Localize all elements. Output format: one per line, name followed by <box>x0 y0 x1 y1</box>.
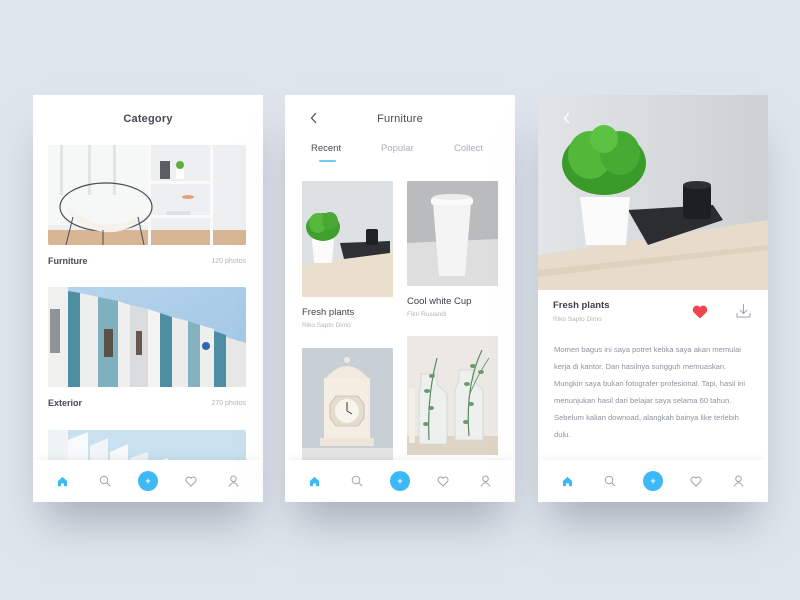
tab-popular[interactable]: Popular <box>381 143 414 154</box>
photo-description: Momen bagus ini saya potret ketika saya … <box>554 345 746 439</box>
page-title: Category <box>123 113 173 125</box>
item-image[interactable] <box>302 181 393 297</box>
category-card-furniture-image[interactable] <box>48 145 246 245</box>
photo-author: Riko Sapto Dimo <box>553 316 602 323</box>
nav-search[interactable] <box>599 470 621 492</box>
heart-filled-icon <box>692 305 708 319</box>
bottom-nav: + <box>538 460 768 502</box>
nav-home[interactable] <box>51 470 73 492</box>
nav-add-button[interactable]: + <box>137 470 159 492</box>
add-icon: + <box>642 471 663 491</box>
nav-search[interactable] <box>94 470 116 492</box>
heart-icon <box>437 476 449 487</box>
category-name[interactable]: Furniture <box>48 256 88 266</box>
building-facade-photo <box>48 287 246 387</box>
item-author: Riko Sapto Dimo <box>302 322 351 329</box>
search-icon <box>99 475 111 487</box>
user-icon <box>480 475 491 487</box>
search-icon <box>604 475 616 487</box>
nav-favorites[interactable] <box>685 470 707 492</box>
nav-profile[interactable] <box>728 470 750 492</box>
nav-profile[interactable] <box>475 470 497 492</box>
download-button[interactable] <box>736 303 751 319</box>
add-icon: + <box>389 471 410 491</box>
item-title[interactable]: Fresh plants <box>302 307 354 318</box>
item-author: Fikri Ruslandi <box>407 311 447 318</box>
add-icon: + <box>137 471 158 491</box>
item-image[interactable] <box>407 336 498 455</box>
back-button[interactable] <box>562 111 574 125</box>
nav-add-button[interactable]: + <box>642 470 664 492</box>
category-card-exterior-image[interactable] <box>48 287 246 387</box>
nav-favorites[interactable] <box>180 470 202 492</box>
tab-recent[interactable]: Recent <box>311 143 341 154</box>
heart-icon <box>185 476 197 487</box>
nav-home[interactable] <box>303 470 325 492</box>
item-image[interactable] <box>302 348 393 463</box>
like-button[interactable] <box>692 305 708 319</box>
item-image[interactable] <box>407 181 498 286</box>
tab-collect[interactable]: Collect <box>454 143 483 154</box>
nav-favorites[interactable] <box>432 470 454 492</box>
category-count: 120 photos <box>211 258 246 265</box>
active-tab-indicator <box>319 160 336 162</box>
nav-add-button[interactable]: + <box>389 470 411 492</box>
home-icon <box>57 476 67 486</box>
category-name[interactable]: Exterior <box>48 398 82 408</box>
glass-bottles-plants-photo <box>407 336 498 455</box>
photo-title: Fresh plants <box>553 300 610 311</box>
category-screen: Category Furniture 120 photos Exterior 2… <box>33 95 263 502</box>
chevron-left-icon <box>563 112 570 124</box>
nav-search[interactable] <box>346 470 368 492</box>
furniture-screen: Furniture Recent Popular Collect Fresh p… <box>285 95 515 502</box>
user-icon <box>228 475 239 487</box>
white-cup-photo <box>407 181 498 286</box>
home-icon <box>309 476 319 486</box>
detail-screen: Fresh plants Riko Sapto Dimo Momen bagus… <box>538 95 768 502</box>
bottom-nav: + <box>285 460 515 502</box>
category-count: 270 photos <box>211 400 246 407</box>
download-icon <box>736 304 751 318</box>
heart-icon <box>690 476 702 487</box>
chair-and-shelf-photo <box>48 145 246 245</box>
user-icon <box>733 475 744 487</box>
item-title[interactable]: Cool white Cup <box>407 296 471 307</box>
nav-profile[interactable] <box>223 470 245 492</box>
vintage-clock-photo <box>302 348 393 463</box>
home-icon <box>562 476 572 486</box>
bottom-nav: + <box>33 460 263 502</box>
search-icon <box>351 475 363 487</box>
plant-on-desk-photo <box>302 181 393 297</box>
nav-home[interactable] <box>556 470 578 492</box>
page-title: Furniture <box>377 113 423 125</box>
